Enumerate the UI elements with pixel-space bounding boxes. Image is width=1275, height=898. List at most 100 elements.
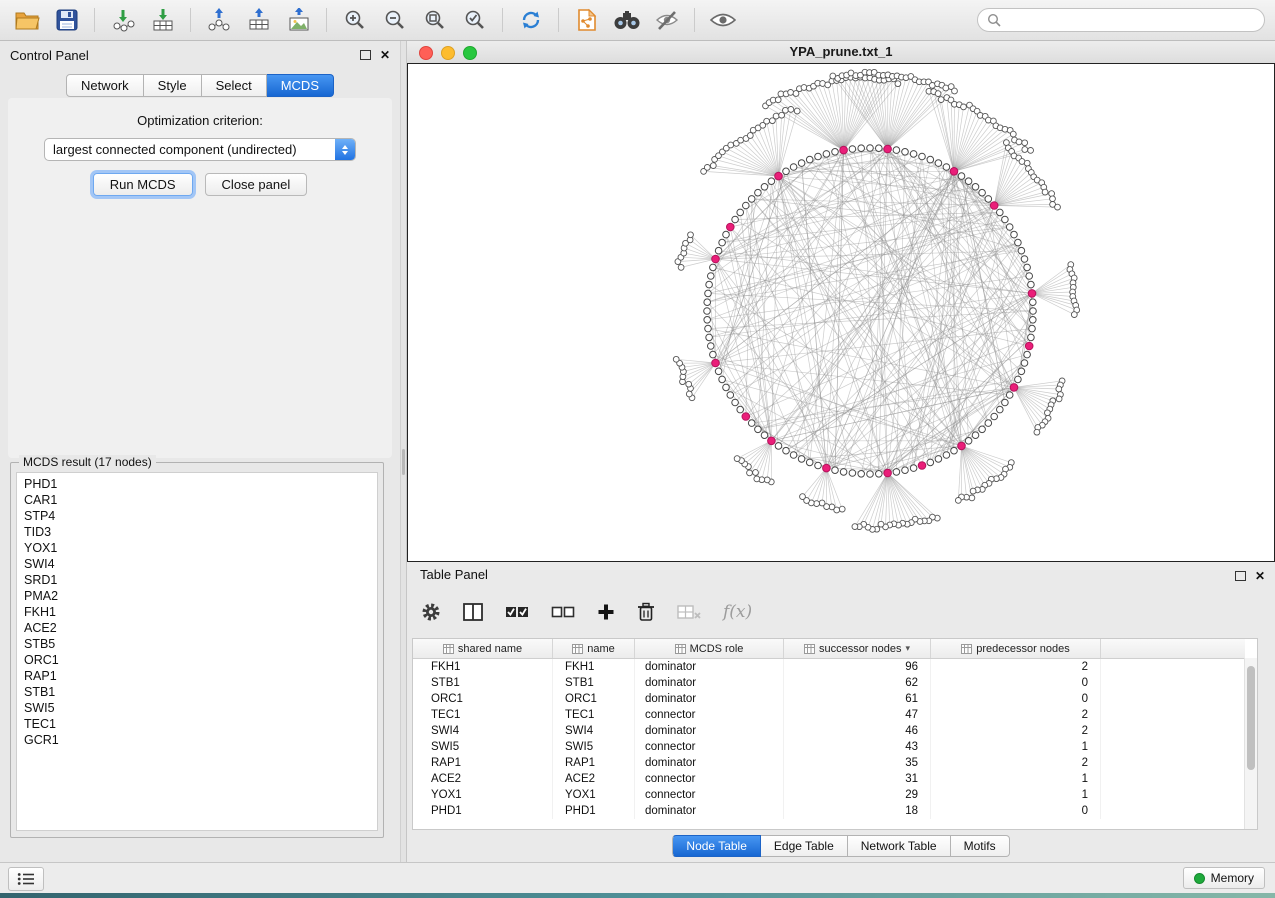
- column-header-MCDS-role[interactable]: MCDS role: [635, 639, 784, 658]
- table-tab-motifs[interactable]: Motifs: [951, 835, 1010, 857]
- save-button[interactable]: [50, 5, 83, 35]
- table-row[interactable]: ORC1ORC1dominator610: [413, 691, 1245, 707]
- window-minimize-icon[interactable]: [441, 46, 455, 60]
- mcds-result-item[interactable]: SWI5: [17, 700, 377, 716]
- table-cell: 46: [784, 723, 931, 739]
- column-header-successor-nodes[interactable]: successor nodes: [784, 639, 931, 658]
- mcds-result-item[interactable]: PHD1: [17, 476, 377, 492]
- control-tab-network[interactable]: Network: [66, 74, 144, 97]
- table-cell: connector: [635, 707, 784, 723]
- control-tab-mcds[interactable]: MCDS: [267, 74, 334, 97]
- table-toolbar: f(x): [421, 592, 1261, 632]
- zoom-fit-button[interactable]: [418, 5, 451, 35]
- column-header-name[interactable]: name: [553, 639, 635, 658]
- mcds-result-item[interactable]: CAR1: [17, 492, 377, 508]
- sort-dropdown-icon[interactable]: [906, 643, 911, 654]
- visual-style-button[interactable]: [650, 5, 683, 35]
- zoom-in-button[interactable]: [338, 5, 371, 35]
- mcds-result-item[interactable]: SWI4: [17, 556, 377, 572]
- panel-divider[interactable]: [400, 41, 407, 862]
- table-cell: STB1: [413, 675, 553, 691]
- clone-network-button[interactable]: [570, 5, 603, 35]
- control-tab-style[interactable]: Style: [144, 74, 202, 97]
- mcds-result-item[interactable]: STP4: [17, 508, 377, 524]
- show-columns-button[interactable]: [463, 603, 483, 621]
- import-table-button[interactable]: [146, 5, 179, 35]
- table-row[interactable]: YOX1YOX1connector291: [413, 787, 1245, 803]
- close-panel-icon[interactable]: [380, 49, 390, 61]
- column-header-predecessor-nodes[interactable]: predecessor nodes: [931, 639, 1101, 658]
- panel-menu-button[interactable]: [8, 867, 44, 891]
- delete-table-button-disabled: [677, 604, 701, 620]
- window-maximize-icon[interactable]: [463, 46, 477, 60]
- delete-row-button[interactable]: [637, 602, 655, 622]
- application-window: Control Panel NetworkStyleSelectMCDS Opt…: [0, 0, 1275, 898]
- table-tab-node-table[interactable]: Node Table: [672, 835, 761, 857]
- table-cell: RAP1: [553, 755, 635, 771]
- table-row[interactable]: FKH1FKH1dominator962: [413, 659, 1245, 675]
- mcds-result-item[interactable]: STB5: [17, 636, 377, 652]
- show-hide-button[interactable]: [706, 5, 739, 35]
- close-panel-button[interactable]: Close panel: [205, 173, 308, 196]
- open-file-button[interactable]: [10, 5, 43, 35]
- mcds-result-item[interactable]: PMA2: [17, 588, 377, 604]
- export-network-button[interactable]: [202, 5, 235, 35]
- table-cell: RAP1: [413, 755, 553, 771]
- table-row[interactable]: ACE2ACE2connector311: [413, 771, 1245, 787]
- zoom-selected-button[interactable]: [458, 5, 491, 35]
- mcds-result-item[interactable]: TEC1: [17, 716, 377, 732]
- table-panel-title: Table Panel: [420, 567, 488, 582]
- export-table-button[interactable]: [242, 5, 275, 35]
- table-tab-edge-table[interactable]: Edge Table: [761, 835, 848, 857]
- mcds-result-item[interactable]: FKH1: [17, 604, 377, 620]
- column-header-shared-name[interactable]: shared name: [413, 639, 553, 658]
- table-row[interactable]: TEC1TEC1connector472: [413, 707, 1245, 723]
- table-cell: 2: [931, 723, 1101, 739]
- table-row[interactable]: SWI5SWI5connector431: [413, 739, 1245, 755]
- export-image-button[interactable]: [282, 5, 315, 35]
- table-cell: 2: [931, 659, 1101, 675]
- memory-button[interactable]: Memory: [1183, 867, 1265, 889]
- find-button[interactable]: [610, 5, 643, 35]
- select-all-button[interactable]: [505, 604, 529, 620]
- scrollbar-thumb[interactable]: [1247, 666, 1255, 770]
- refresh-button[interactable]: [514, 5, 547, 35]
- float-table-panel-icon[interactable]: [1235, 571, 1246, 581]
- table-row[interactable]: RAP1RAP1dominator352: [413, 755, 1245, 771]
- mcds-result-item[interactable]: RAP1: [17, 668, 377, 684]
- import-network-button[interactable]: [106, 5, 139, 35]
- mcds-result-item[interactable]: TID3: [17, 524, 377, 540]
- window-close-icon[interactable]: [419, 46, 433, 60]
- table-scrollbar[interactable]: [1244, 658, 1257, 829]
- run-mcds-button[interactable]: Run MCDS: [93, 173, 193, 196]
- table-tab-network-table[interactable]: Network Table: [848, 835, 951, 857]
- mcds-result-item[interactable]: YOX1: [17, 540, 377, 556]
- control-tab-select[interactable]: Select: [202, 74, 267, 97]
- table-row[interactable]: SWI4SWI4dominator462: [413, 723, 1245, 739]
- optimization-criterion-select[interactable]: largest connected component (undirected): [44, 138, 356, 161]
- mcds-result-item[interactable]: GCR1: [17, 732, 377, 748]
- function-builder-button-disabled: f(x): [723, 602, 752, 622]
- network-title: YPA_prune.txt_1: [407, 41, 1275, 63]
- unselect-all-button[interactable]: [551, 604, 575, 620]
- table-cell: PHD1: [553, 803, 635, 819]
- zoom-out-button[interactable]: [378, 5, 411, 35]
- network-canvas[interactable]: [407, 63, 1275, 562]
- mcds-result-item[interactable]: SRD1: [17, 572, 377, 588]
- search-input[interactable]: [1007, 12, 1255, 28]
- optimization-criterion-label: Optimization criterion:: [8, 98, 392, 128]
- float-panel-icon[interactable]: [360, 50, 371, 60]
- table-row[interactable]: STB1STB1dominator620: [413, 675, 1245, 691]
- divider-handle-icon[interactable]: [402, 449, 405, 475]
- table-settings-button[interactable]: [421, 602, 441, 622]
- mcds-result-item[interactable]: ORC1: [17, 652, 377, 668]
- add-row-button[interactable]: [597, 603, 615, 621]
- mcds-result-item[interactable]: STB1: [17, 684, 377, 700]
- global-search-field[interactable]: [977, 8, 1265, 32]
- close-table-panel-icon[interactable]: [1255, 570, 1265, 582]
- network-graph[interactable]: [408, 64, 1274, 561]
- mcds-result-list: PHD1CAR1STP4TID3YOX1SWI4SRD1PMA2FKH1ACE2…: [16, 472, 378, 831]
- table-row[interactable]: PHD1PHD1dominator180: [413, 803, 1245, 819]
- toolbar-separator: [190, 8, 191, 32]
- mcds-result-item[interactable]: ACE2: [17, 620, 377, 636]
